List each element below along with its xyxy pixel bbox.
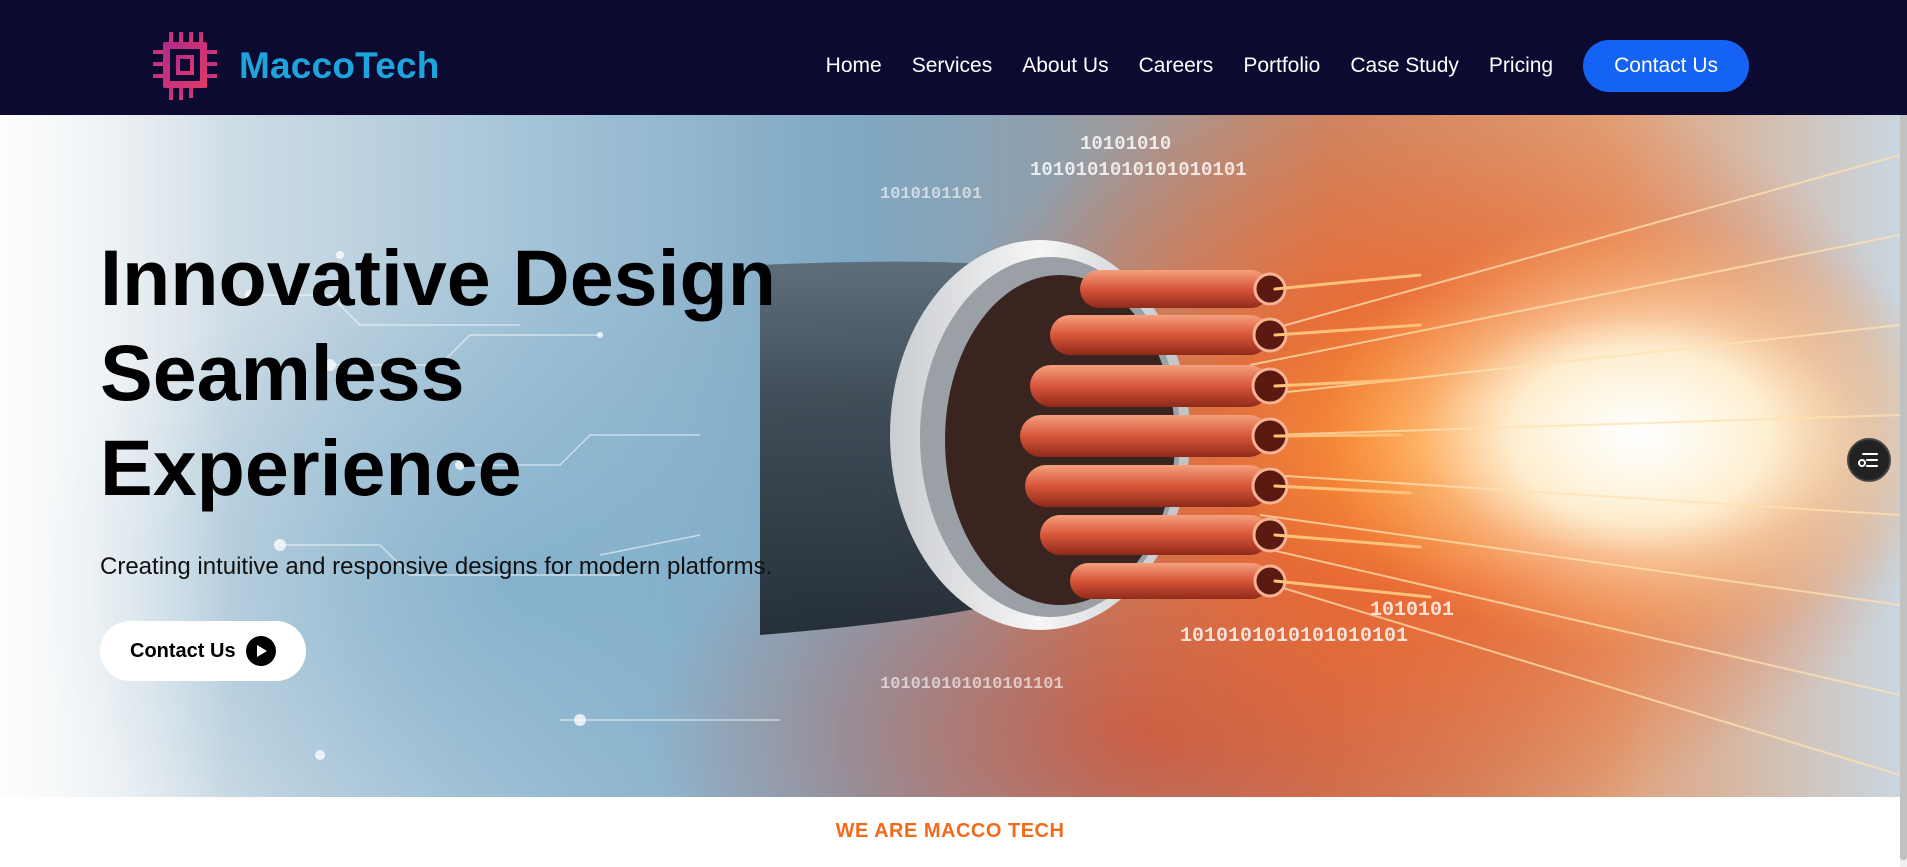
hero-title-line: Seamless (100, 328, 465, 417)
page: MaccoTech Home Services About Us Careers… (0, 0, 1907, 867)
nav-case-study[interactable]: Case Study (1350, 54, 1459, 78)
hero-contact-label: Contact Us (130, 639, 236, 662)
nav-careers[interactable]: Careers (1139, 54, 1214, 78)
binary-stream: 1010101 (1370, 599, 1455, 622)
nav-services[interactable]: Services (912, 54, 993, 78)
nav-about-us[interactable]: About Us (1022, 54, 1108, 78)
nav-home[interactable]: Home (826, 54, 882, 78)
toggle-settings-button[interactable] (1847, 438, 1891, 482)
section-eyebrow: WE ARE MACCO TECH (835, 820, 1065, 842)
hero-title-line: Innovative Design (100, 233, 777, 322)
binary-stream: 10101010 (1080, 133, 1172, 155)
hero-title-line: Experience (100, 423, 522, 512)
chip-icon (153, 32, 217, 100)
binary-stream: 1010101010101010101 (1030, 159, 1247, 181)
play-circle-icon (245, 636, 276, 666)
hero-title: Innovative Design Seamless Experience (100, 230, 776, 515)
brand-name: MaccoTech (239, 45, 440, 86)
nav-portfolio[interactable]: Portfolio (1243, 54, 1320, 78)
nav-pricing[interactable]: Pricing (1489, 54, 1553, 78)
hero-contact-button[interactable]: Contact Us (100, 621, 306, 681)
header-contact-button[interactable]: Contact Us (1583, 40, 1749, 92)
hero-content: Innovative Design Seamless Experience Cr… (100, 230, 776, 681)
logo-link[interactable]: MaccoTech (153, 32, 440, 100)
scrollbar-thumb[interactable] (1900, 0, 1907, 860)
site-header: MaccoTech Home Services About Us Careers… (0, 0, 1907, 115)
binary-stream: 1010101010101010101 (1180, 625, 1409, 648)
binary-stream: 101010101010101101 (880, 675, 1064, 694)
scrollbar[interactable] (1900, 0, 1907, 867)
hero-section: 10101010 1010101010101010101 1010101101 … (0, 115, 1900, 797)
main-nav: Home Services About Us Careers Portfolio… (826, 40, 1749, 92)
binary-stream: 1010101101 (880, 185, 983, 204)
toggle-settings-icon (1858, 453, 1878, 467)
hero-subtitle: Creating intuitive and responsive design… (100, 553, 773, 580)
